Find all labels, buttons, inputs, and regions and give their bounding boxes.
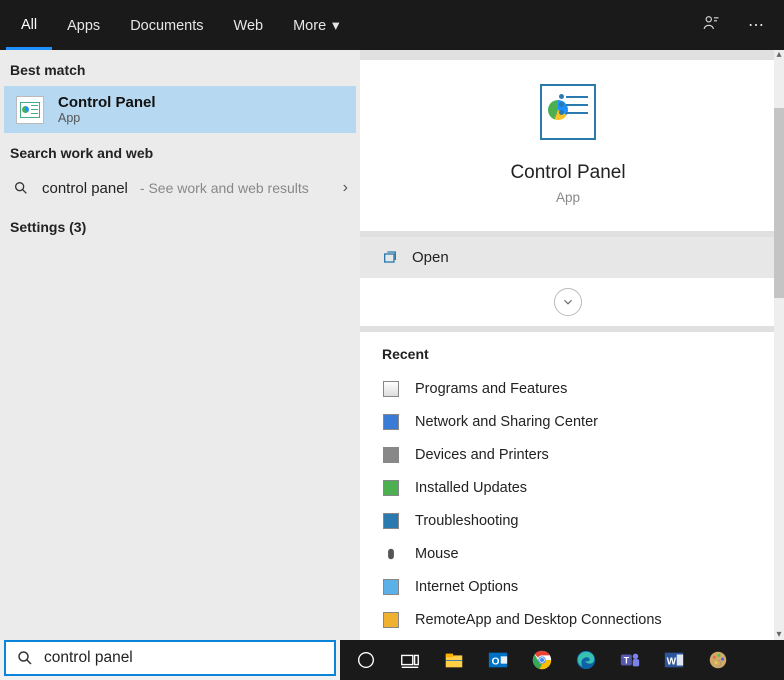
search-web-header: Search work and web bbox=[0, 133, 360, 169]
best-match-title: Control Panel bbox=[58, 94, 156, 111]
web-search-term: control panel bbox=[42, 180, 128, 197]
detail-pane: Control Panel App Open Recent Programs a… bbox=[360, 50, 784, 640]
tab-more[interactable]: More ▾ bbox=[278, 0, 354, 50]
updates-icon bbox=[382, 479, 399, 496]
open-action[interactable]: Open bbox=[360, 237, 776, 278]
recent-label: Internet Options bbox=[415, 579, 518, 595]
recent-item-programs-features[interactable]: Programs and Features bbox=[382, 372, 754, 405]
remoteapp-icon bbox=[382, 611, 399, 628]
recent-item-internet-options[interactable]: Internet Options bbox=[382, 570, 754, 603]
best-match-item[interactable]: Control Panel App bbox=[4, 86, 356, 133]
tab-apps[interactable]: Apps bbox=[52, 0, 115, 50]
search-icon bbox=[16, 649, 34, 667]
network-icon bbox=[382, 413, 399, 430]
taskbar-chrome[interactable] bbox=[522, 640, 562, 680]
taskbar-taskview[interactable] bbox=[390, 640, 430, 680]
scroll-up-icon[interactable]: ▴ bbox=[774, 50, 784, 60]
search-input[interactable] bbox=[44, 649, 324, 667]
expand-row bbox=[360, 278, 776, 326]
taskbar-paint[interactable] bbox=[698, 640, 738, 680]
recent-label: Installed Updates bbox=[415, 480, 527, 496]
open-icon bbox=[382, 250, 398, 266]
recent-label: Troubleshooting bbox=[415, 513, 518, 529]
taskbar: O T W bbox=[340, 640, 784, 680]
web-search-hint: - See work and web results bbox=[140, 180, 309, 196]
control-panel-icon bbox=[16, 96, 44, 124]
recent-label: Network and Sharing Center bbox=[415, 414, 598, 430]
feedback-icon[interactable] bbox=[688, 14, 734, 37]
chevron-down-icon: ▾ bbox=[332, 18, 339, 34]
expand-button[interactable] bbox=[554, 288, 582, 316]
recent-label: Programs and Features bbox=[415, 381, 567, 397]
recent-block: Recent Programs and Features Network and… bbox=[360, 332, 776, 675]
tab-more-label: More bbox=[293, 18, 326, 34]
recent-header: Recent bbox=[382, 346, 754, 362]
results-left-pane: Best match Control Panel App Search work… bbox=[0, 50, 360, 640]
svg-text:W: W bbox=[667, 657, 677, 668]
recent-label: RemoteApp and Desktop Connections bbox=[415, 612, 662, 628]
recent-label: Devices and Printers bbox=[415, 447, 549, 463]
search-tabs: All Apps Documents Web More ▾ ⋯ bbox=[0, 0, 784, 50]
control-panel-large-icon bbox=[540, 84, 596, 140]
tab-documents[interactable]: Documents bbox=[115, 0, 218, 50]
open-label: Open bbox=[412, 249, 449, 266]
recent-item-remoteapp[interactable]: RemoteApp and Desktop Connections bbox=[382, 603, 754, 636]
taskbar-word[interactable]: W bbox=[654, 640, 694, 680]
scroll-down-icon[interactable]: ▾ bbox=[774, 630, 784, 640]
search-box[interactable] bbox=[4, 640, 336, 676]
tab-web[interactable]: Web bbox=[219, 0, 279, 50]
more-options-icon[interactable]: ⋯ bbox=[734, 15, 778, 35]
recent-item-devices-printers[interactable]: Devices and Printers bbox=[382, 438, 754, 471]
svg-text:O: O bbox=[492, 657, 500, 668]
programs-icon bbox=[382, 380, 399, 397]
svg-text:T: T bbox=[624, 656, 630, 666]
recent-item-installed-updates[interactable]: Installed Updates bbox=[382, 471, 754, 504]
best-match-subtitle: App bbox=[58, 111, 156, 125]
recent-label: Mouse bbox=[415, 546, 459, 562]
settings-header[interactable]: Settings (3) bbox=[0, 207, 360, 247]
chevron-right-icon: › bbox=[343, 179, 348, 197]
taskbar-teams[interactable]: T bbox=[610, 640, 650, 680]
best-match-header: Best match bbox=[0, 50, 360, 86]
recent-item-network-sharing[interactable]: Network and Sharing Center bbox=[382, 405, 754, 438]
recent-item-mouse[interactable]: Mouse bbox=[382, 537, 754, 570]
printer-icon bbox=[382, 446, 399, 463]
detail-scrollbar[interactable]: ▴ ▾ bbox=[774, 50, 784, 640]
taskbar-cortana[interactable] bbox=[346, 640, 386, 680]
tab-all[interactable]: All bbox=[6, 0, 52, 50]
taskbar-explorer[interactable] bbox=[434, 640, 474, 680]
taskbar-edge[interactable] bbox=[566, 640, 606, 680]
web-search-item[interactable]: control panel - See work and web results… bbox=[0, 169, 360, 207]
search-icon bbox=[12, 179, 30, 197]
taskbar-outlook[interactable]: O bbox=[478, 640, 518, 680]
internet-icon bbox=[382, 578, 399, 595]
detail-subtitle: App bbox=[360, 190, 776, 205]
detail-card: Control Panel App bbox=[360, 60, 776, 231]
mouse-icon bbox=[382, 545, 399, 562]
troubleshoot-icon bbox=[382, 512, 399, 529]
detail-title: Control Panel bbox=[360, 162, 776, 184]
recent-item-troubleshooting[interactable]: Troubleshooting bbox=[382, 504, 754, 537]
scroll-thumb[interactable] bbox=[774, 108, 784, 298]
